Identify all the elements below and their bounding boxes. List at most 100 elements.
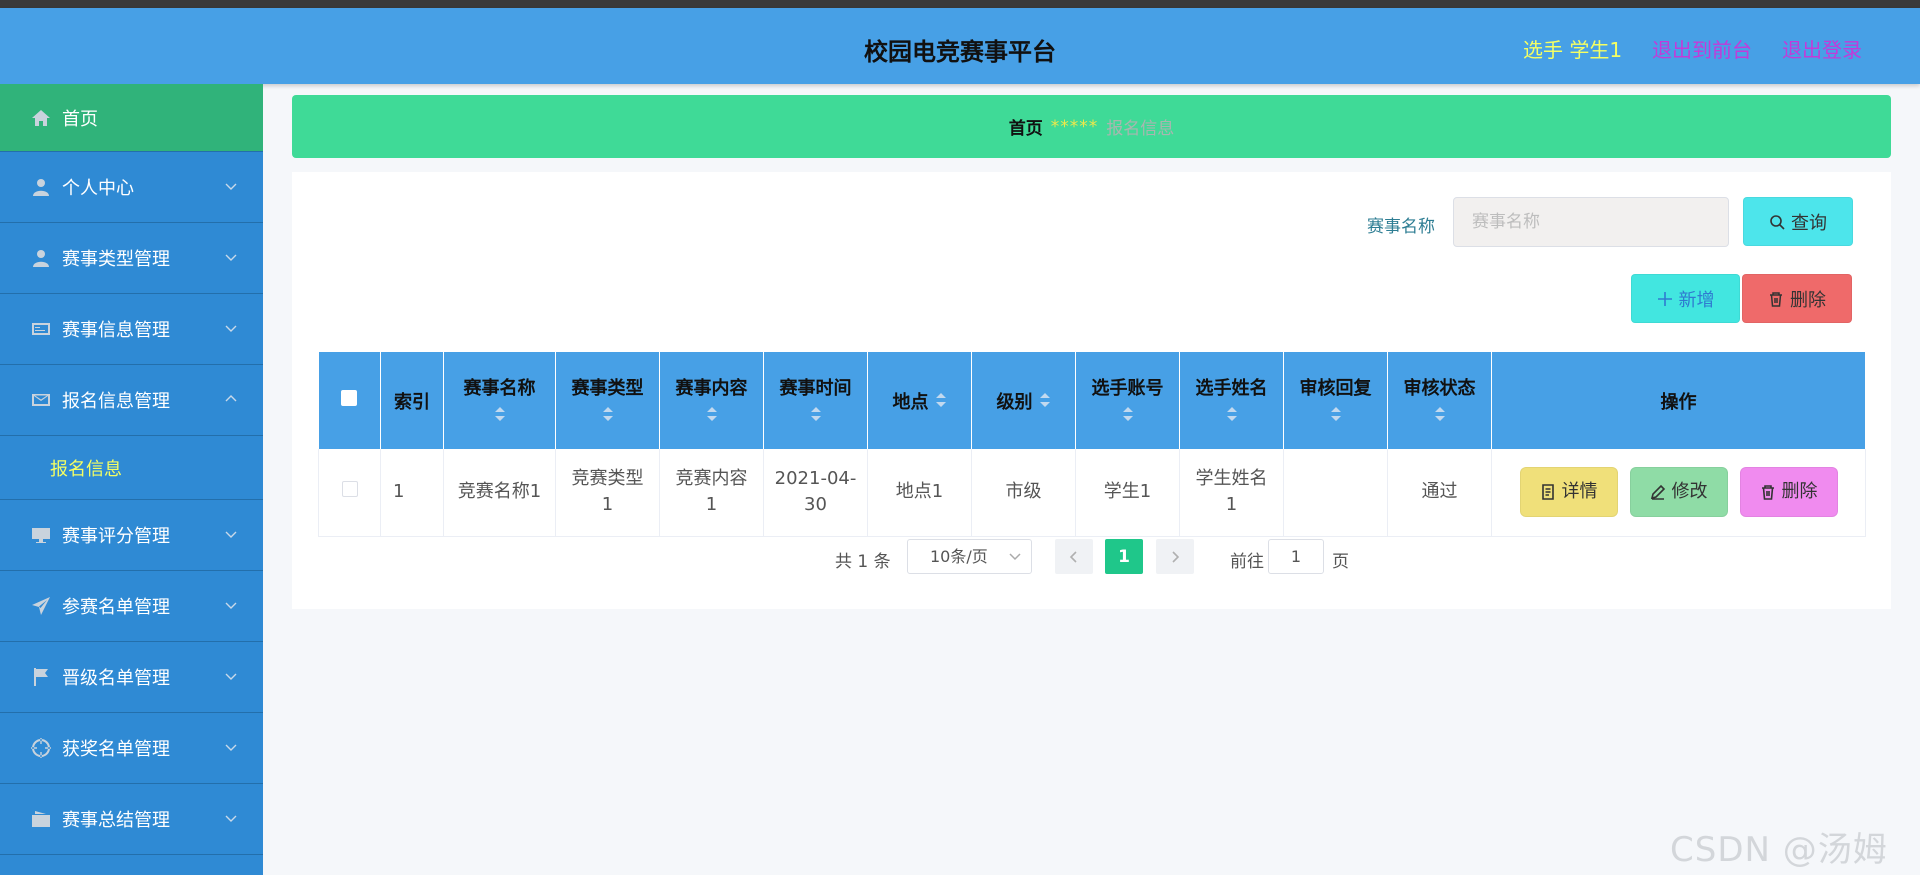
add-button[interactable]: 新增 (1631, 274, 1740, 323)
sort-icon[interactable] (1039, 392, 1051, 413)
page-number-current[interactable]: 1 (1105, 539, 1143, 574)
sort-icon[interactable] (494, 406, 506, 427)
sidebar-item-home[interactable]: 首页 (0, 84, 263, 152)
detail-button-label: 详情 (1561, 481, 1598, 503)
sort-icon[interactable] (1226, 406, 1238, 427)
col-review-reply[interactable]: 审核回复 (1283, 352, 1388, 449)
logout-link[interactable]: 退出登录 (1782, 34, 1862, 63)
batch-delete-button-label: 删除 (1790, 289, 1826, 311)
back-to-front-link[interactable]: 退出到前台 (1652, 34, 1752, 63)
column-header-label: 地点 (892, 391, 929, 413)
add-button-label: 新增 (1678, 289, 1715, 311)
flag-icon (30, 666, 52, 688)
cell-index: 1 (380, 449, 444, 537)
plus-icon (1657, 291, 1672, 306)
chevron-down-icon (225, 595, 237, 609)
row-delete-button[interactable]: 删除 (1739, 467, 1838, 518)
sidebar-item-label: 晋级名单管理 (62, 668, 170, 689)
edit-button-label: 修改 (1671, 481, 1708, 503)
breadcrumb-home[interactable]: 首页 (1009, 114, 1043, 139)
chevron-down-icon (1009, 553, 1021, 561)
chevron-left-icon (1069, 550, 1077, 563)
chevron-down-icon (225, 176, 237, 190)
cell-match-content: 竞赛内容1 (659, 449, 764, 537)
chevron-down-icon (225, 737, 237, 751)
page-unit-label: 页 (1332, 552, 1349, 572)
monitor-icon (30, 524, 52, 546)
registration-table: 索引 赛事名称 赛事类型 赛事内容 赛事时间 地点 级别 选手账号 选手姓名 审… (318, 352, 1866, 537)
col-place[interactable]: 地点 (867, 352, 972, 449)
sidebar-item-label: 赛事类型管理 (62, 249, 170, 270)
sidebar-item-summary[interactable]: 赛事总结管理 (0, 784, 263, 855)
col-level[interactable]: 级别 (971, 352, 1076, 449)
sort-icon[interactable] (602, 406, 614, 427)
sidebar-item-registration[interactable]: 报名信息管理 (0, 365, 263, 436)
sort-icon[interactable] (706, 406, 718, 427)
main-content: 首页 ***** 报名信息 赛事名称 查询 新增 删除 索引 赛事名称 赛事类型 (292, 95, 1891, 609)
watermark: CSDN @汤姆yu (1670, 830, 1888, 875)
chevron-right-icon (1172, 550, 1180, 563)
sort-icon[interactable] (1434, 406, 1446, 427)
row-select-cell (318, 449, 381, 537)
batch-delete-button[interactable]: 删除 (1742, 274, 1852, 323)
chevron-down-icon (225, 247, 237, 261)
top-strip (0, 0, 1920, 8)
aim-icon (30, 737, 52, 759)
wallet-icon (30, 808, 52, 830)
sidebar-item-awards[interactable]: 获奖名单管理 (0, 713, 263, 784)
document-icon (1541, 484, 1554, 501)
col-match-content[interactable]: 赛事内容 (659, 352, 764, 449)
row-actions: 详情 修改 删除 (1492, 467, 1865, 518)
sidebar-subitem-registration-info[interactable]: 报名信息 (0, 436, 263, 500)
sort-icon[interactable] (810, 406, 822, 427)
cell-review-status: 通过 (1387, 449, 1492, 537)
chevron-down-icon (225, 666, 237, 680)
select-all-checkbox[interactable] (341, 390, 358, 406)
col-review-status[interactable]: 审核状态 (1387, 352, 1492, 449)
pencil-icon (1650, 485, 1665, 501)
sort-icon[interactable] (1330, 406, 1342, 427)
col-match-type[interactable]: 赛事类型 (555, 352, 660, 449)
col-actions: 操作 (1491, 352, 1866, 449)
col-player-name[interactable]: 选手姓名 (1179, 352, 1284, 449)
col-match-time[interactable]: 赛事时间 (763, 352, 868, 449)
column-header-label: 赛事内容 (675, 378, 748, 399)
cell-match-time: 2021-04-30 (763, 449, 868, 537)
sidebar-item-label: 参赛名单管理 (62, 597, 170, 618)
prev-page-button[interactable] (1055, 539, 1093, 574)
search-icon (1770, 214, 1785, 230)
sidebar-item-label: 首页 (62, 108, 98, 130)
sidebar-item-personal-center[interactable]: 个人中心 (0, 152, 263, 223)
sort-icon[interactable] (1122, 406, 1134, 427)
sidebar-item-promotion[interactable]: 晋级名单管理 (0, 642, 263, 713)
query-button-label: 查询 (1791, 212, 1827, 234)
page-size-select[interactable]: 10条/页 (907, 539, 1032, 574)
sidebar-item-scoring[interactable]: 赛事评分管理 (0, 500, 263, 571)
row-checkbox[interactable] (341, 481, 358, 498)
sidebar-item-participants[interactable]: 参赛名单管理 (0, 571, 263, 642)
row-delete-button-label: 删除 (1781, 481, 1818, 503)
sort-icon[interactable] (935, 392, 947, 413)
cell-match-name: 竞赛名称1 (443, 449, 556, 537)
col-match-name[interactable]: 赛事名称 (443, 352, 556, 449)
sidebar-item-label: 赛事评分管理 (62, 526, 170, 547)
cell-player-account: 学生1 (1075, 449, 1180, 537)
column-header-label: 赛事名称 (463, 378, 536, 399)
sidebar-item-match-info[interactable]: 赛事信息管理 (0, 294, 263, 365)
sidebar-item-label: 个人中心 (62, 178, 134, 199)
search-input[interactable] (1453, 197, 1729, 247)
breadcrumb-separator: ***** (1050, 116, 1099, 137)
goto-page-input[interactable] (1268, 539, 1324, 574)
column-header-label: 赛事类型 (571, 378, 644, 399)
next-page-button[interactable] (1156, 539, 1194, 574)
mail-icon (30, 389, 52, 411)
cell-place: 地点1 (867, 449, 972, 537)
sidebar-item-match-type[interactable]: 赛事类型管理 (0, 223, 263, 294)
col-player-account[interactable]: 选手账号 (1075, 352, 1180, 449)
query-button[interactable]: 查询 (1743, 197, 1853, 246)
column-header-label: 审核回复 (1299, 378, 1372, 399)
select-all-cell (318, 352, 381, 449)
detail-button[interactable]: 详情 (1519, 467, 1618, 518)
total-count: 共 1 条 (835, 552, 891, 572)
edit-button[interactable]: 修改 (1629, 467, 1728, 518)
